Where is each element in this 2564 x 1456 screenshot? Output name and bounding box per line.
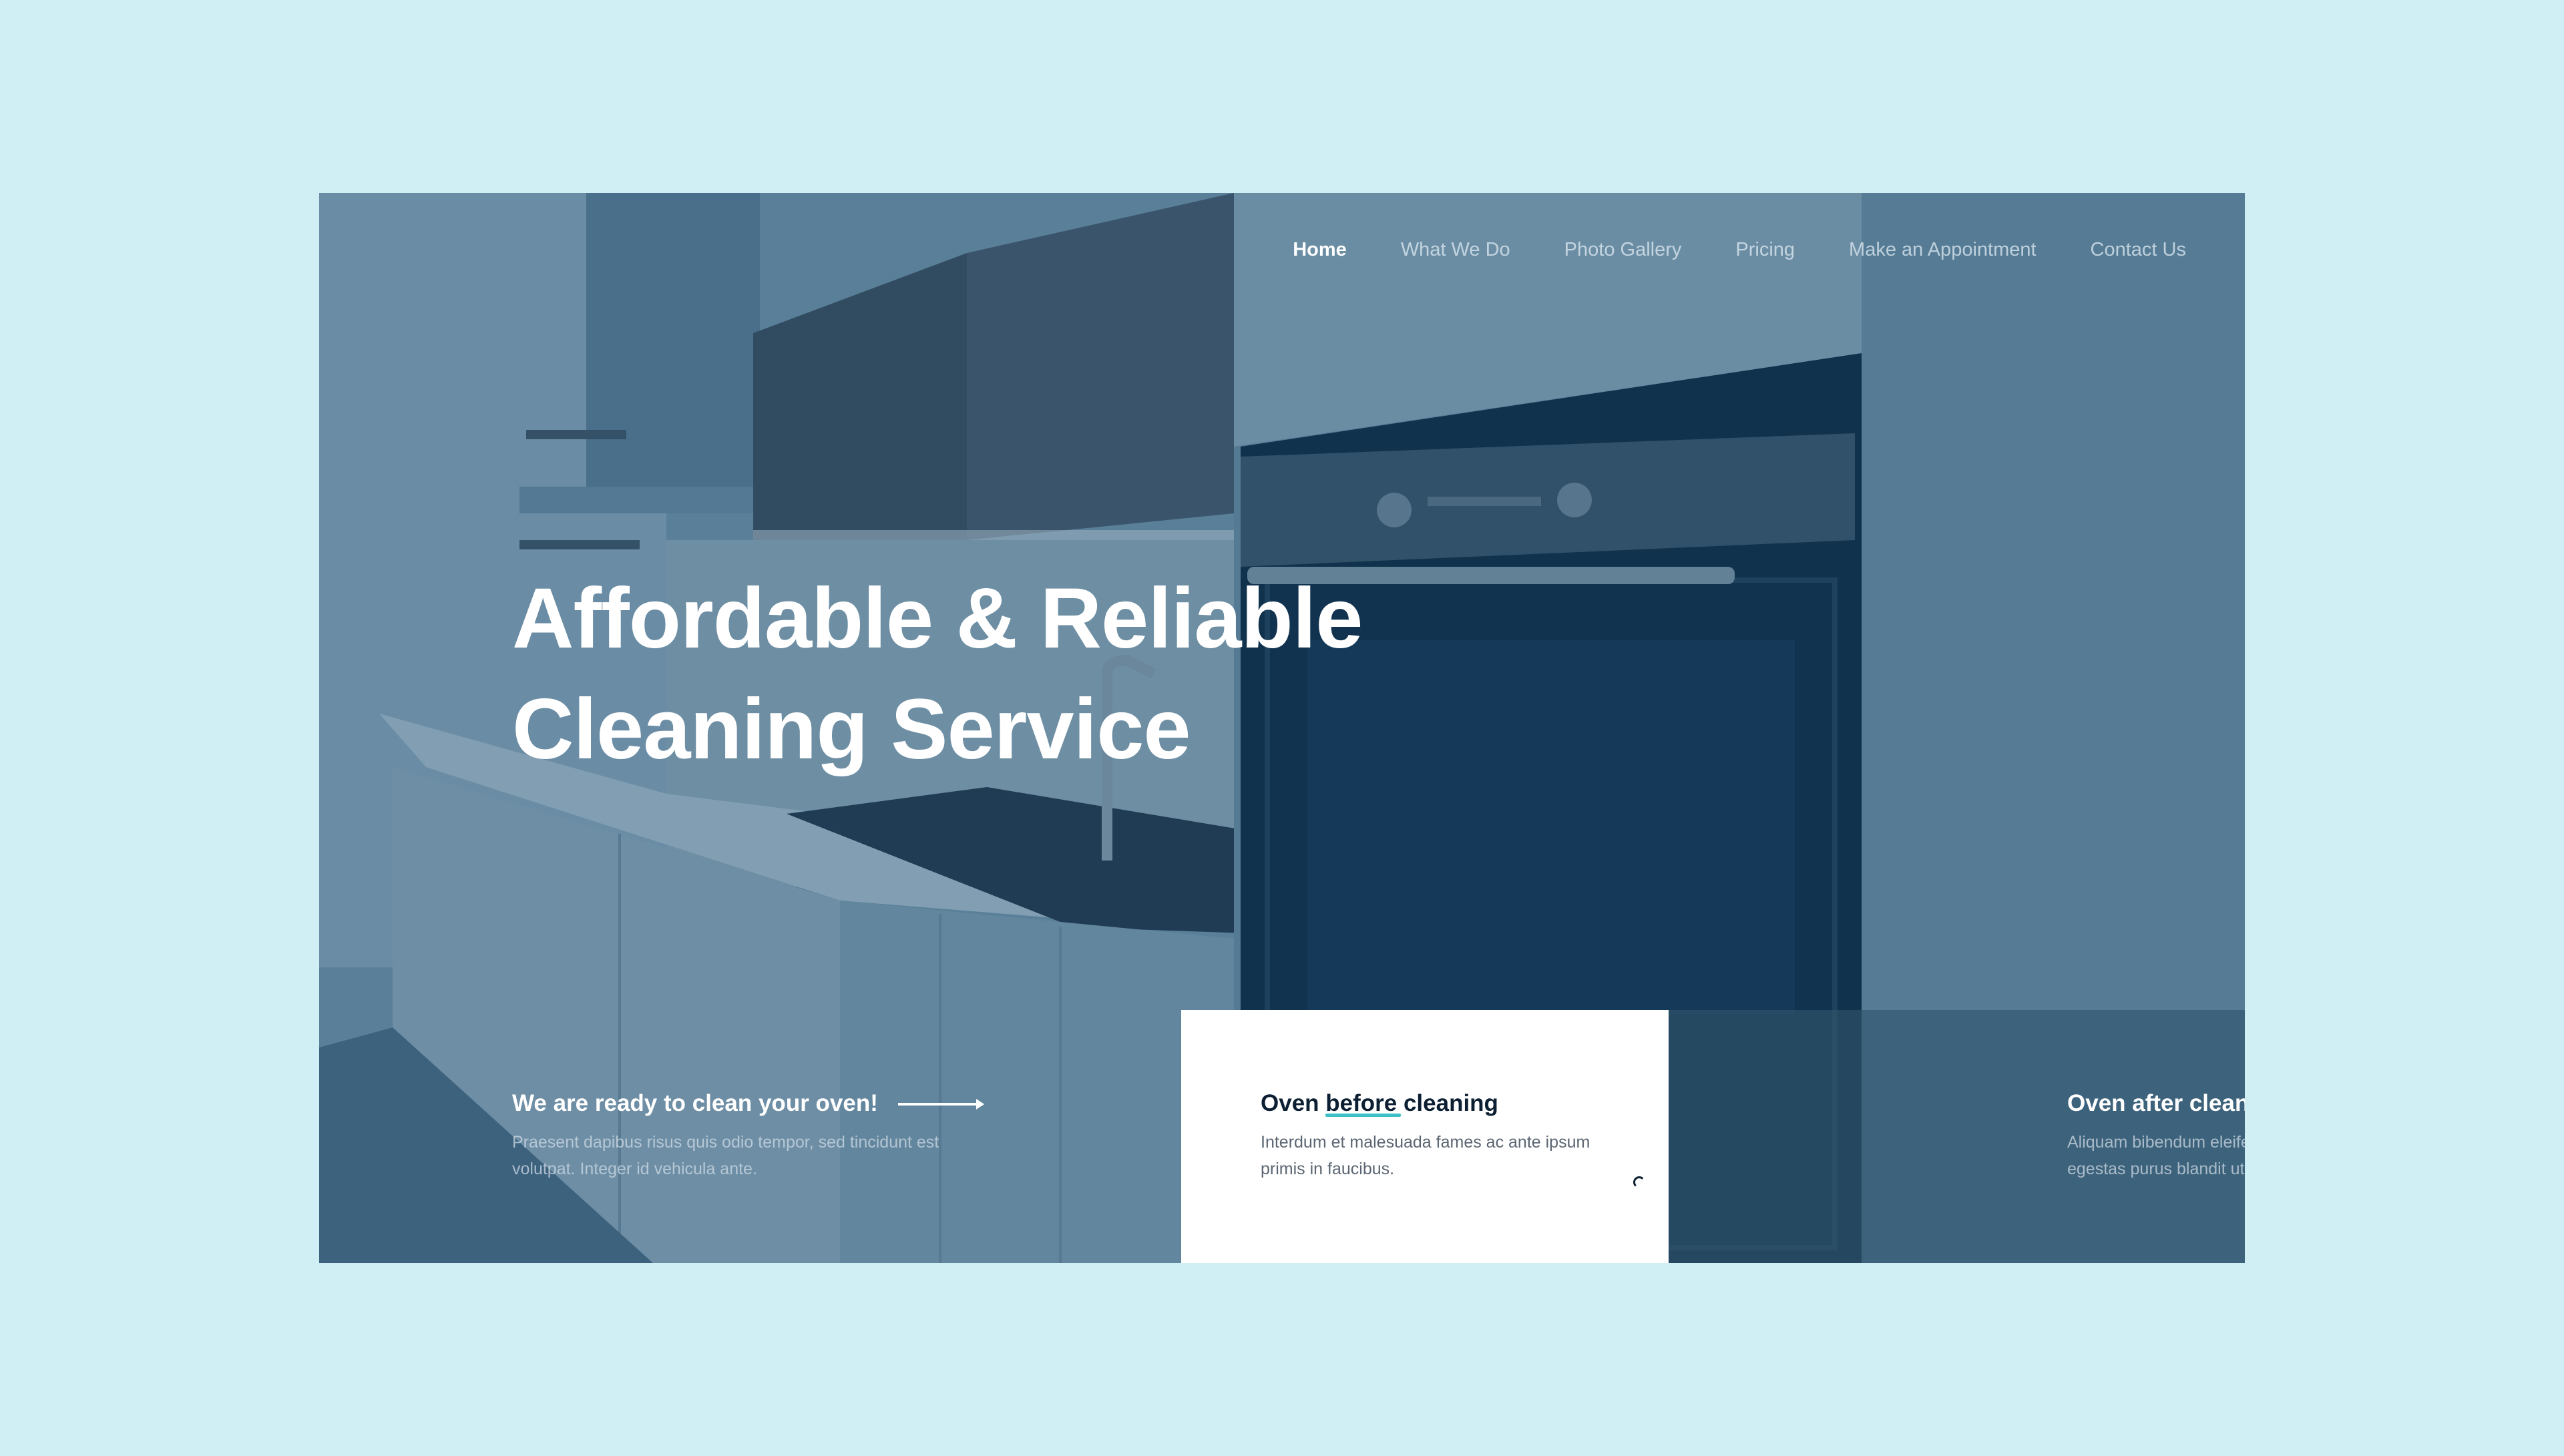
card-ready-to-clean[interactable]: We are ready to clean your oven! Praesen… xyxy=(319,1010,1181,1263)
nav-item-make-appointment[interactable]: Make an Appointment xyxy=(1849,236,2037,263)
hero-section: Home What We Do Photo Gallery Pricing Ma… xyxy=(319,193,2245,1263)
hero-heading-line-2: Cleaning Service xyxy=(512,682,1191,777)
arrow-right-icon[interactable] xyxy=(898,1099,984,1110)
nav-item-home[interactable]: Home xyxy=(1293,236,1347,263)
nav-item-contact-us[interactable]: Contact Us xyxy=(2091,236,2186,263)
card-text: Aliquam bibendum eleifend eros, fermentu… xyxy=(2067,1133,2245,1178)
card-title: Oven before cleaning xyxy=(1261,1088,1645,1188)
card-text: Interdum et malesuada fames ac ante ipsu… xyxy=(1261,1133,1590,1178)
nav-item-what-we-do[interactable]: What We Do xyxy=(1401,236,1510,263)
loading-spinner-icon xyxy=(1633,1176,1645,1188)
card-oven-before[interactable]: Oven before cleaning Interdum et malesua… xyxy=(1181,1010,1669,1263)
main-navigation: Home What We Do Photo Gallery Pricing Ma… xyxy=(1239,236,2186,263)
card-title: Oven after cleaning xyxy=(2067,1090,2245,1116)
active-underline xyxy=(1325,1114,1401,1117)
card-text: Praesent dapibus risus quis odio tempor,… xyxy=(512,1133,939,1178)
nav-item-photo-gallery[interactable]: Photo Gallery xyxy=(1564,236,1682,263)
hero-heading-line-1: Affordable & Reliable xyxy=(512,571,1363,666)
nav-item-pricing[interactable]: Pricing xyxy=(1735,236,1795,263)
card-title-text: Oven before cleaning xyxy=(1261,1090,1498,1116)
card-oven-after[interactable]: Oven after cleaning Aliquam bibendum ele… xyxy=(1669,1010,2245,1263)
hero-heading: Affordable & Reliable Cleaning Service xyxy=(512,563,1580,785)
card-title: We are ready to clean your oven! xyxy=(512,1090,878,1116)
